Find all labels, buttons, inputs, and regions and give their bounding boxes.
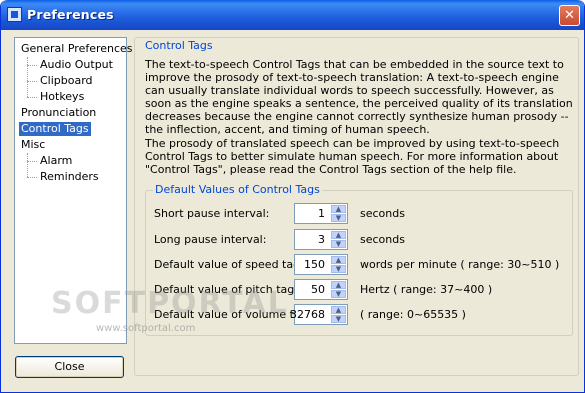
- spin-up-icon[interactable]: ▲: [331, 231, 346, 239]
- close-button[interactable]: Close: [15, 356, 124, 378]
- spin-down-icon[interactable]: ▼: [331, 240, 346, 248]
- speed-tag-unit: words per minute ( range: 30~510 ): [360, 258, 560, 271]
- long-pause-value[interactable]: 3: [318, 233, 325, 246]
- short-pause-spinner[interactable]: 1 ▲ ▼: [294, 203, 348, 224]
- long-pause-spinner[interactable]: 3 ▲ ▼: [294, 229, 348, 250]
- volume-tag-unit: ( range: 0~65535 ): [360, 308, 466, 321]
- window-close-icon[interactable]: ✕: [559, 5, 580, 26]
- tree-item-reminders[interactable]: Reminders: [38, 170, 101, 184]
- tree-item-alarm[interactable]: Alarm: [38, 154, 74, 168]
- volume-tag-spinner[interactable]: 32768 ▲ ▼: [290, 304, 348, 325]
- tree-line: [27, 153, 28, 177]
- tree-line: [27, 65, 37, 66]
- window-title: Preferences: [27, 7, 114, 22]
- description-paragraph-1: The text-to-speech Control Tags that can…: [145, 58, 573, 136]
- pitch-tag-value[interactable]: 50: [311, 283, 325, 296]
- groupbox-title: Default Values of Control Tags: [153, 183, 322, 196]
- short-pause-unit: seconds: [360, 207, 405, 220]
- tree-item-clipboard[interactable]: Clipboard: [38, 74, 95, 88]
- preferences-window: Preferences ✕ General Preferences Audio …: [0, 0, 585, 393]
- tree-line: [27, 81, 37, 82]
- long-pause-label: Long pause interval:: [154, 233, 267, 246]
- spin-up-icon[interactable]: ▲: [331, 256, 346, 264]
- short-pause-label: Short pause interval:: [154, 207, 270, 220]
- tree-item-hotkeys[interactable]: Hotkeys: [38, 90, 86, 104]
- spin-up-icon[interactable]: ▲: [331, 306, 346, 314]
- short-pause-value[interactable]: 1: [318, 207, 325, 220]
- spin-down-icon[interactable]: ▼: [331, 290, 346, 298]
- tree-line: [27, 57, 28, 97]
- panel-title: Control Tags: [145, 39, 213, 52]
- long-pause-unit: seconds: [360, 233, 405, 246]
- tree-line: [27, 161, 37, 162]
- speed-tag-value[interactable]: 150: [304, 258, 325, 271]
- tree-item-general-preferences[interactable]: General Preferences: [19, 42, 135, 56]
- spin-up-icon[interactable]: ▲: [331, 281, 346, 289]
- speed-tag-spinner[interactable]: 150 ▲ ▼: [294, 254, 348, 275]
- tree-item-pronunciation[interactable]: Pronunciation: [19, 106, 98, 120]
- spin-down-icon[interactable]: ▼: [331, 315, 346, 323]
- pitch-tag-spinner[interactable]: 50 ▲ ▼: [294, 279, 348, 300]
- pitch-tag-label: Default value of pitch tag:: [154, 283, 298, 296]
- tree-item-control-tags[interactable]: Control Tags: [19, 122, 91, 136]
- spin-up-icon[interactable]: ▲: [331, 205, 346, 213]
- pitch-tag-unit: Hertz ( range: 37~400 ): [360, 283, 493, 296]
- category-tree: General Preferences Audio Output Clipboa…: [14, 37, 133, 344]
- volume-tag-value[interactable]: 32768: [290, 308, 325, 321]
- tree-item-misc[interactable]: Misc: [19, 138, 47, 152]
- app-icon: [7, 7, 22, 22]
- volume-tag-label: Default value of volume tag:: [154, 308, 312, 321]
- speed-tag-label: Default value of speed tag:: [154, 258, 304, 271]
- spin-down-icon[interactable]: ▼: [331, 265, 346, 273]
- description-paragraph-2: The prosody of translated speech can be …: [145, 137, 560, 176]
- spin-down-icon[interactable]: ▼: [331, 214, 346, 222]
- title-bar[interactable]: Preferences ✕: [1, 0, 584, 30]
- tree-item-audio-output[interactable]: Audio Output: [38, 58, 115, 72]
- tree-line: [27, 177, 37, 178]
- tree-line: [27, 97, 37, 98]
